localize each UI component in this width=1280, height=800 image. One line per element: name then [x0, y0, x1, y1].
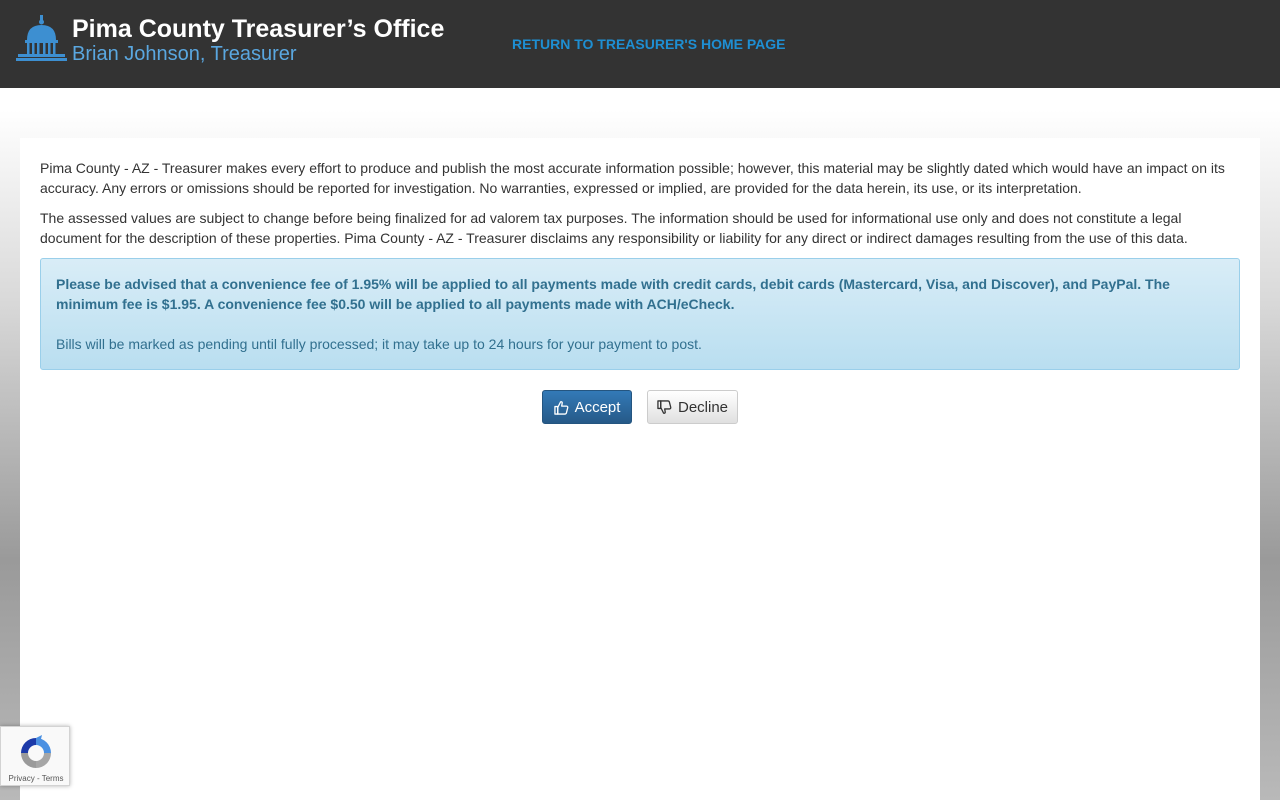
decline-label: Decline [677, 398, 729, 416]
disclaimer-paragraph-assessed-values: The assessed values are subject to chang… [40, 210, 1188, 246]
recaptcha-links: Privacy - Terms [1, 774, 71, 783]
convenience-fee-notice: Please be advised that a convenience fee… [40, 258, 1240, 370]
return-home-link[interactable]: RETURN TO TREASURER'S HOME PAGE [512, 36, 786, 52]
disclaimer-panel: Pima County - AZ - Treasurer makes every… [20, 138, 1260, 800]
thumbs-down-icon [657, 399, 672, 414]
thumbs-up-icon [553, 400, 568, 415]
recaptcha-separator: - [34, 774, 42, 783]
capitol-dome-icon[interactable] [16, 14, 68, 62]
recaptcha-badge[interactable]: Privacy - Terms [0, 726, 70, 786]
recaptcha-terms-link[interactable]: Terms [42, 774, 64, 783]
site-title: Pima County Treasurer’s Office [72, 15, 445, 43]
disclaimer-paragraph-accuracy: Pima County - AZ - Treasurer makes every… [40, 160, 1225, 196]
site-subtitle: Brian Johnson, Treasurer [72, 43, 297, 65]
pending-notice-text: Bills will be marked as pending until fu… [56, 336, 702, 352]
site-header: Pima County Treasurer’s Office Brian Joh… [0, 0, 1280, 88]
accept-label: Accept [574, 398, 621, 416]
recaptcha-icon [21, 735, 51, 768]
decline-button[interactable]: Decline [647, 390, 738, 424]
accept-button[interactable]: Accept [542, 390, 632, 424]
recaptcha-privacy-link[interactable]: Privacy [9, 774, 35, 783]
fee-notice-text: Please be advised that a convenience fee… [56, 276, 1170, 312]
